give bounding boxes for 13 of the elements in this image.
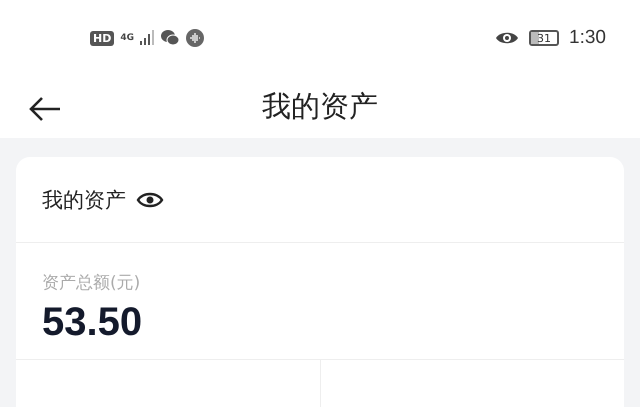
chat-icon (160, 29, 180, 47)
eye-icon (495, 30, 520, 46)
signal-icon (140, 30, 154, 46)
network-type: 4G (120, 33, 134, 43)
clock: 1:30 (569, 27, 606, 49)
sound-icon (186, 29, 204, 47)
hd-badge: HD (90, 30, 114, 46)
card-title: 我的资产 (42, 186, 126, 214)
page-title: 我的资产 (262, 88, 378, 125)
back-icon[interactable] (28, 96, 62, 122)
total-amount: 53.50 (42, 300, 144, 345)
total-label: 资产总额(元) (42, 272, 142, 294)
battery-level: 31 (537, 32, 552, 44)
